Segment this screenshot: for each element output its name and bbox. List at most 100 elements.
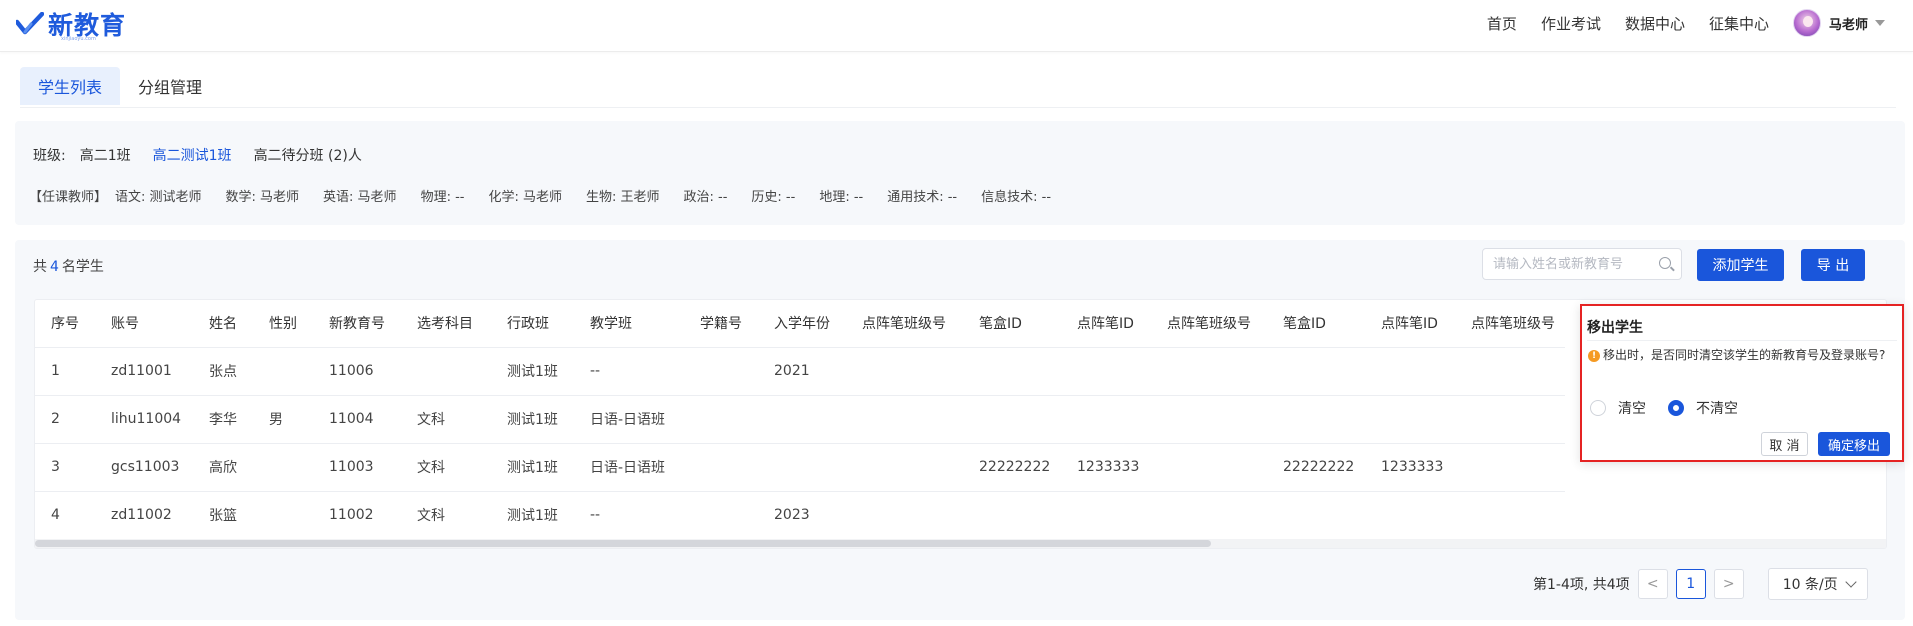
table-cell: 11004	[313, 395, 401, 444]
table-cell	[758, 395, 846, 444]
nav-item-data-center[interactable]: 数据中心	[1625, 13, 1685, 34]
table-cell: zd11001	[95, 347, 193, 396]
popconfirm-title: 移出学生	[1587, 320, 1643, 336]
teacher-item: 化学: 马老师	[488, 190, 562, 205]
page-number-current[interactable]: 1	[1675, 569, 1706, 599]
page-size-value: 10 条/页	[1782, 577, 1838, 593]
search-icon[interactable]	[1659, 257, 1671, 269]
column-header: 新教育号	[313, 300, 401, 348]
table-row: 2 lihu11004 李华男 11004 文科 测试1班 日语-日语班	[35, 395, 1565, 444]
add-student-button[interactable]: 添加学生	[1697, 249, 1784, 281]
table-cell: 李华	[193, 395, 253, 444]
table-cell	[846, 347, 963, 396]
table-row: 3 gcs11003 高欣 11003 文科 测试1班 日语-日语班 22222222 1233…	[35, 443, 1565, 492]
cancel-button[interactable]: 取 消	[1761, 432, 1808, 456]
column-header: 点阵笔ID	[1061, 300, 1151, 348]
avatar	[1792, 9, 1821, 37]
export-button[interactable]: 导 出	[1801, 249, 1865, 281]
table-cell	[963, 395, 1061, 444]
count-prefix: 共	[33, 259, 47, 275]
nav-item-collection-center[interactable]: 征集中心	[1709, 13, 1769, 34]
column-header: 笔盒ID	[1267, 300, 1365, 348]
teacher-item: 英语: 马老师	[323, 190, 397, 205]
logo[interactable]: 新教育 xinjiaoyu.com	[16, 7, 126, 42]
class-info-panel: 班级: 高二1班 高二测试1班 高二待分班 (2)人 【任课教师】 语文: 测试…	[15, 121, 1905, 225]
page-size-select[interactable]: 10 条/页	[1767, 568, 1868, 600]
logo-check-icon	[16, 12, 44, 35]
table-cell	[846, 491, 963, 540]
logo-subtext: xinjiaoyu.com	[61, 36, 96, 42]
table-cell: 日语-日语班	[574, 395, 684, 444]
scrollbar-thumb[interactable]	[35, 540, 1211, 547]
horizontal-scrollbar[interactable]	[35, 539, 1886, 548]
table-cell	[684, 347, 758, 396]
popconfirm-divider	[1587, 340, 1897, 341]
count-suffix: 名学生	[61, 259, 104, 275]
table-cell	[253, 347, 313, 396]
table-cell: 文科	[401, 443, 491, 492]
table-cell	[846, 443, 963, 492]
table-cell	[1455, 443, 1565, 492]
next-page-button[interactable]: >	[1713, 569, 1744, 599]
teacher-item: 语文: 测试老师	[115, 190, 202, 205]
teacher-item: 历史: --	[751, 190, 796, 205]
column-header: 姓名	[193, 300, 253, 348]
clear-option-radio-group: 清空 不清空	[1590, 398, 1760, 418]
table-cell	[846, 395, 963, 444]
class-option[interactable]: 高二待分班 (2)人	[254, 145, 362, 165]
table-cell: gcs11003	[95, 443, 193, 492]
radio-label-clear[interactable]: 清空	[1618, 398, 1646, 418]
tab-group-management[interactable]: 分组管理	[120, 67, 220, 105]
confirm-remove-button[interactable]: 确定移出	[1818, 432, 1890, 456]
table-cell: 2	[35, 395, 95, 444]
remove-student-popconfirm: 移出学生 ! 移出时，是否同时清空该学生的新教育号及登录账号? 清空 不清空 取…	[1580, 304, 1904, 462]
student-count: 共 4 名学生	[33, 256, 104, 276]
pagination: 第1-4项, 共4项 < 1 > 10 条/页	[1533, 568, 1868, 600]
table-cell: 男	[253, 395, 313, 444]
radio-label-not-clear[interactable]: 不清空	[1696, 398, 1738, 418]
table-cell: 4	[35, 491, 95, 540]
student-table-grid: 序号 账号 姓名 性别 新教育号 选考科目 行政班 教学班 学籍号 入学年份 点…	[35, 300, 1565, 540]
count-number: 4	[50, 259, 59, 275]
table-cell: 1	[35, 347, 95, 396]
table-cell	[1151, 443, 1267, 492]
prev-page-button[interactable]: <	[1637, 569, 1668, 599]
tabs-divider	[20, 107, 1896, 108]
nav-item-homework[interactable]: 作业考试	[1541, 13, 1601, 34]
user-menu[interactable]: 马老师	[1792, 9, 1885, 37]
column-header: 行政班	[491, 300, 574, 348]
class-option[interactable]: 高二1班	[80, 145, 131, 165]
class-option-selected[interactable]: 高二测试1班	[153, 145, 232, 165]
table-cell: 张点	[193, 347, 253, 396]
warning-icon: !	[1588, 350, 1600, 362]
search-input[interactable]	[1483, 249, 1643, 279]
table-cell: --	[574, 347, 684, 396]
table-cell	[684, 491, 758, 540]
teacher-item: 信息技术: --	[981, 190, 1052, 205]
table-cell	[253, 443, 313, 492]
column-header: 选考科目	[401, 300, 491, 348]
table-cell: 11003	[313, 443, 401, 492]
table-cell	[1061, 395, 1151, 444]
search-box	[1482, 248, 1682, 280]
table-cell: zd11002	[95, 491, 193, 540]
column-header: 点阵笔班级号	[1151, 300, 1267, 348]
teacher-item: 数学: 马老师	[225, 190, 300, 205]
table-cell: 2021	[758, 347, 846, 396]
table-cell: 测试1班	[491, 347, 574, 396]
table-cell: 2023	[758, 491, 846, 540]
class-selector: 班级: 高二1班 高二测试1班 高二待分班 (2)人	[33, 145, 384, 165]
column-header: 教学班	[574, 300, 684, 348]
table-cell	[1365, 347, 1455, 396]
class-label: 班级:	[33, 148, 66, 164]
column-header: 点阵笔班级号	[1455, 300, 1565, 348]
tab-student-list[interactable]: 学生列表	[20, 67, 121, 105]
table-cell	[963, 347, 1061, 396]
radio-clear[interactable]	[1590, 400, 1606, 416]
table-cell: 1233333	[1365, 443, 1455, 492]
teacher-list: 【任课教师】 语文: 测试老师 数学: 马老师 英语: 马老师 物理: -- 化…	[29, 186, 1075, 205]
table-body: 1 zd11001 张点 11006 测试1班 -- 2021 2 lihu11004 李华男 11…	[35, 347, 1565, 540]
nav-item-home[interactable]: 首页	[1487, 13, 1517, 34]
radio-not-clear[interactable]	[1668, 400, 1684, 416]
table-header-row: 序号 账号 姓名 性别 新教育号 选考科目 行政班 教学班 学籍号 入学年份 点…	[35, 300, 1565, 348]
